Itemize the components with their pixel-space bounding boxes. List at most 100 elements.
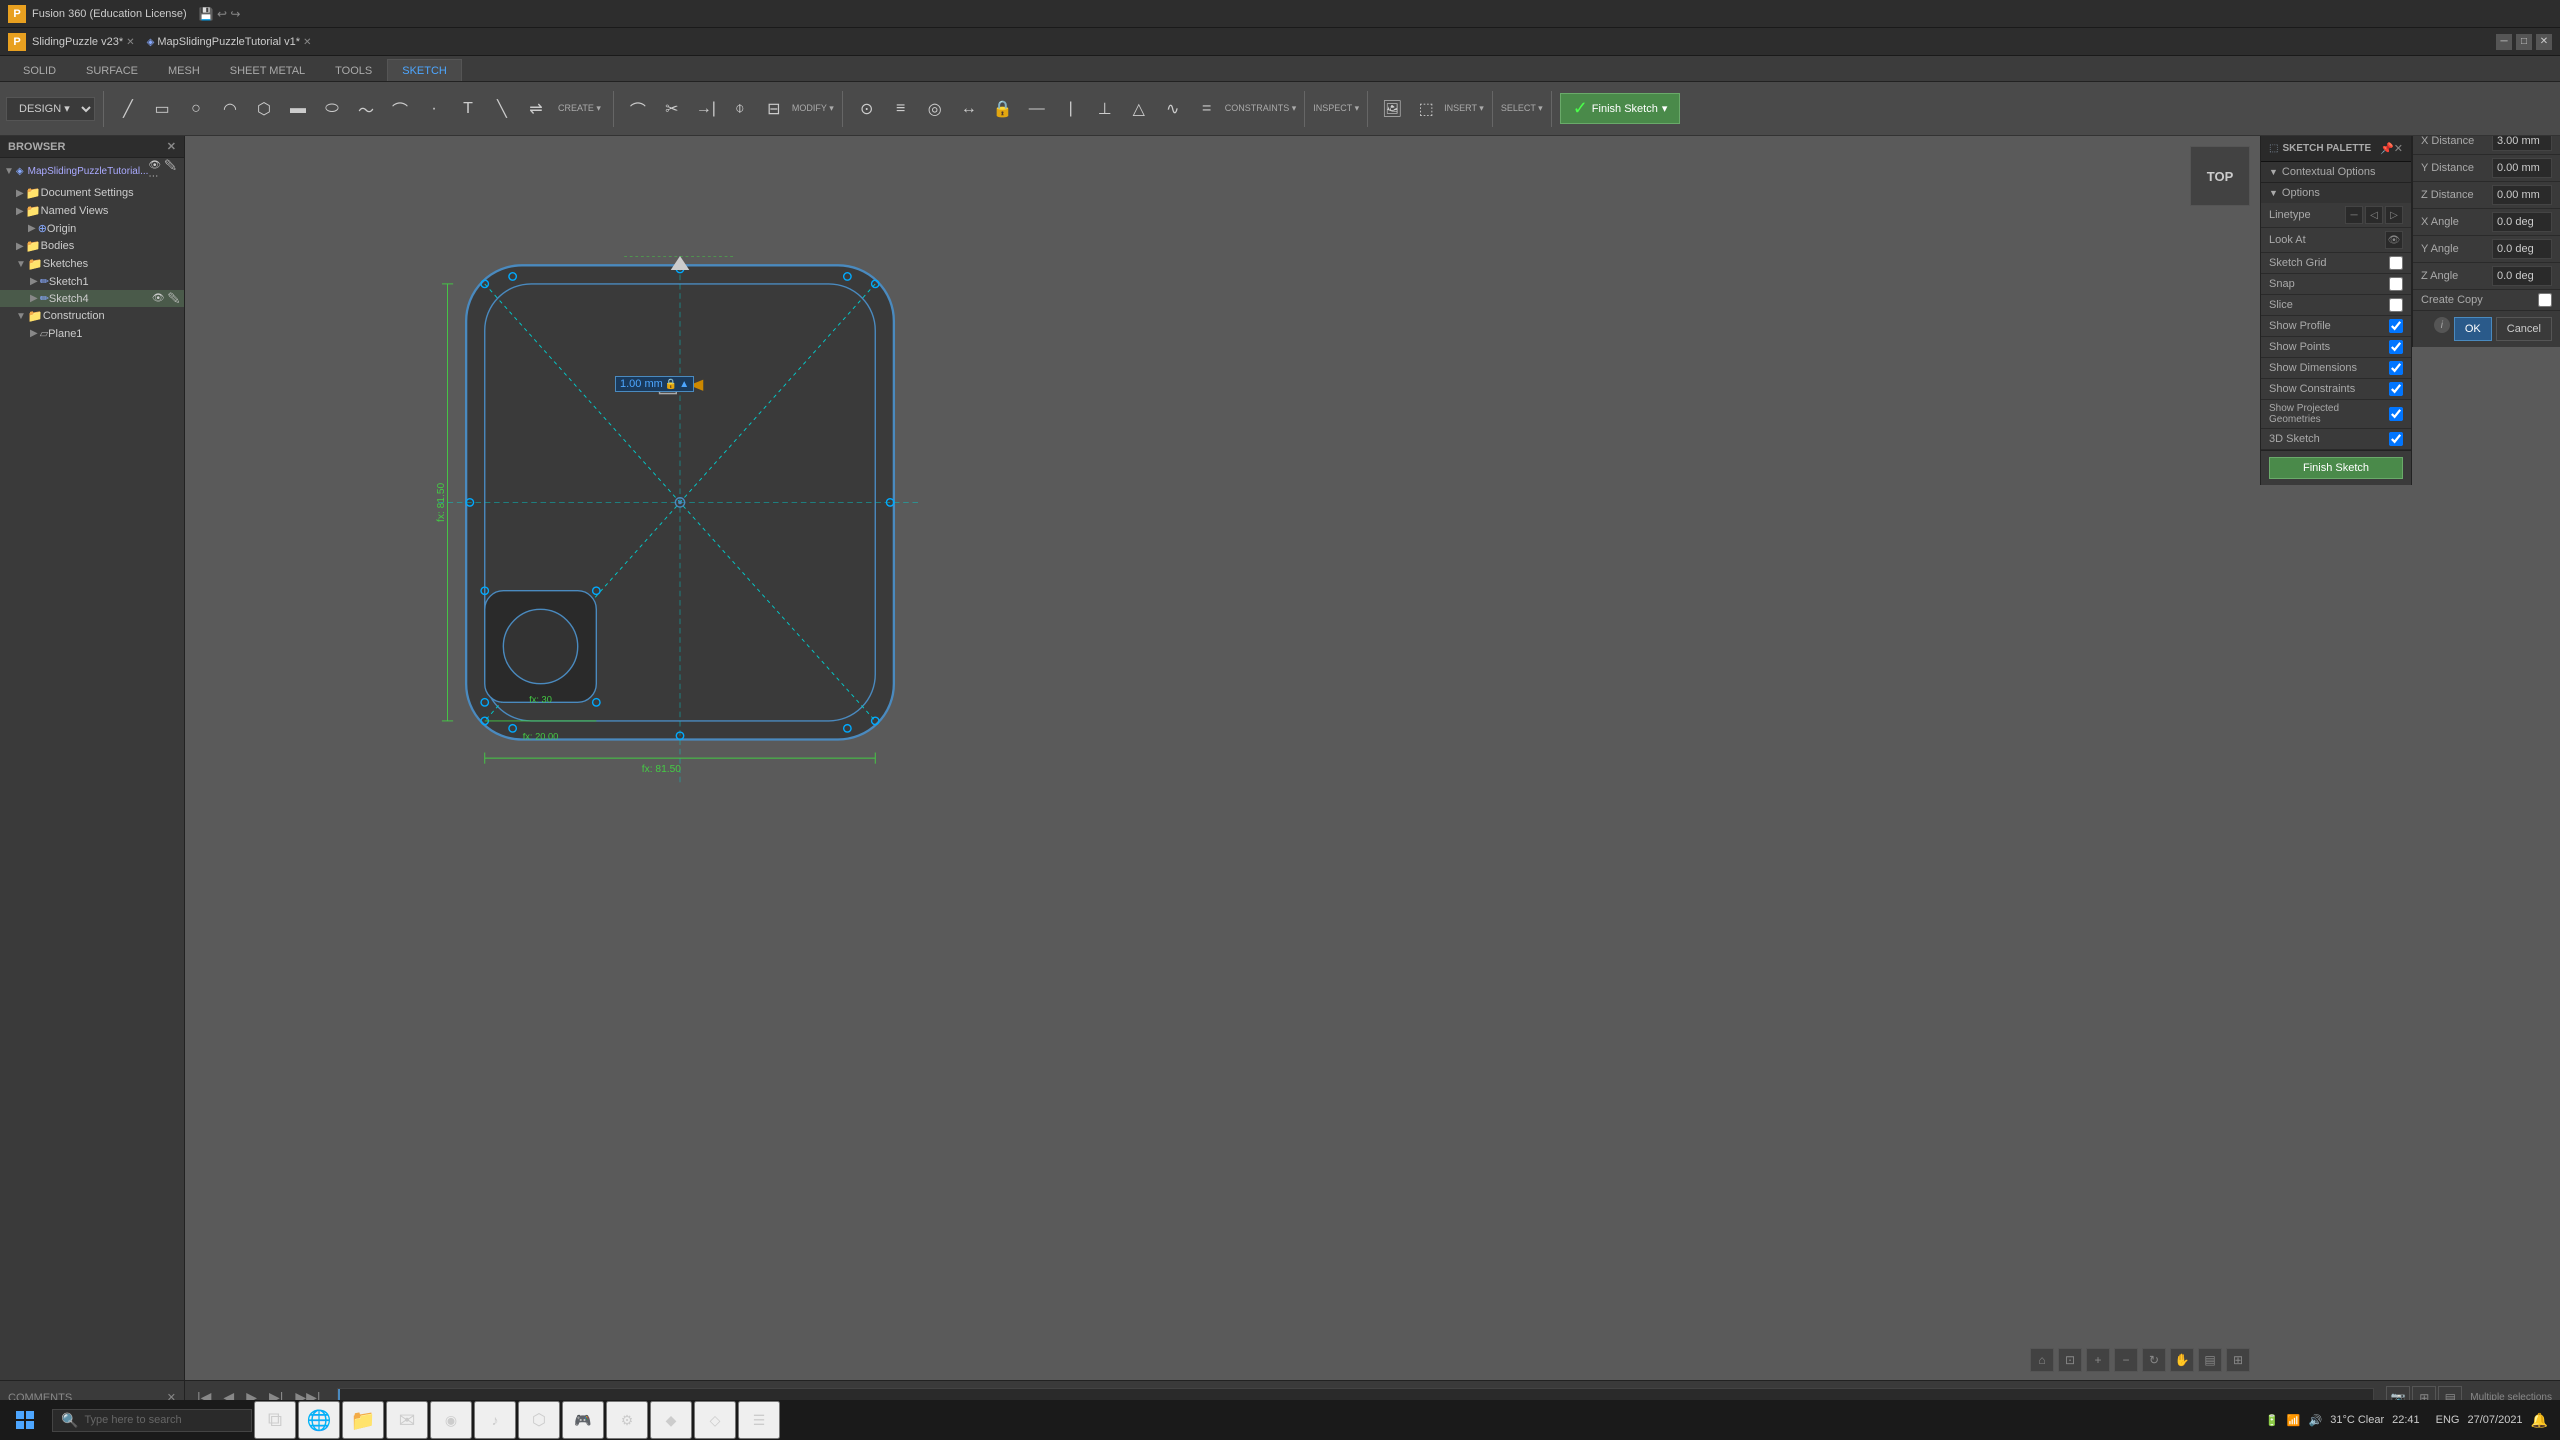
browser-sketch1[interactable]: ▶ ✏ Sketch1 [0,273,184,290]
info-icon[interactable]: i [2434,317,2450,333]
tab-mesh[interactable]: MESH [153,59,215,81]
browser-plane1[interactable]: ▶ ▱ Plane1 [0,325,184,342]
display-mode-btn[interactable]: ▤ [2198,1348,2222,1372]
browser-sketches[interactable]: ▼ 📁 Sketches [0,255,184,273]
poly-tool-btn[interactable]: ⬡ [248,93,280,125]
expand-icon-2[interactable]: ▶ [16,206,24,217]
zoom-out-btn[interactable]: − [2114,1348,2138,1372]
linetype-solid-btn[interactable]: ─ [2345,206,2363,224]
expand-icon-3[interactable]: ▶ [28,223,36,234]
extend-btn[interactable]: →| [690,93,722,125]
doc-tab-close-2[interactable]: ✕ [303,37,311,48]
start-button[interactable] [4,1401,46,1439]
expand-icon-8[interactable]: ▼ [16,311,26,322]
conic-tool-btn[interactable]: ⌒ [384,93,416,125]
taskbar-app3-btn[interactable]: ⬡ [518,1401,560,1439]
expand-icon-5[interactable]: ▼ [16,259,26,270]
finish-sketch-btn-palette[interactable]: Finish Sketch [2269,457,2403,479]
expand-icon-6[interactable]: ▶ [30,276,38,287]
expand-icon-1[interactable]: ▶ [16,188,24,199]
show-profile-checkbox[interactable] [2389,319,2403,333]
taskbar-app7-btn[interactable]: ◇ [694,1401,736,1439]
expand-icon-4[interactable]: ▶ [16,241,24,252]
ellipse-tool-btn[interactable]: ⬭ [316,93,348,125]
sketch-grid-checkbox[interactable] [2389,256,2403,270]
point-tool-btn[interactable]: · [418,93,450,125]
fillet-btn[interactable]: ⌒ [622,93,654,125]
constraints-label[interactable]: CONSTRAINTS ▾ [1225,103,1297,114]
expand-icon-0[interactable]: ▼ [4,166,14,177]
create-group-label[interactable]: CREATE ▾ [554,101,605,116]
grid-btn[interactable]: ⊞ [2226,1348,2250,1372]
browser-close-btn[interactable]: ✕ [167,140,176,153]
close-btn[interactable]: ✕ [2536,34,2552,50]
expand-icon-7[interactable]: ▶ [30,293,38,304]
y-distance-input[interactable] [2492,158,2552,178]
linetype-right-btn[interactable]: ▷ [2385,206,2403,224]
z-angle-input[interactable] [2492,266,2552,286]
show-dimensions-checkbox[interactable] [2389,361,2403,375]
pan-btn[interactable]: ✋ [2170,1348,2194,1372]
x-angle-input[interactable] [2492,212,2552,232]
line-tool-btn[interactable]: ╱ [112,93,144,125]
horizontal-btn[interactable]: — [1021,93,1053,125]
z-distance-input[interactable] [2492,185,2552,205]
trim-btn[interactable]: ✂ [656,93,688,125]
create-copy-checkbox[interactable] [2538,293,2552,307]
y-angle-input[interactable] [2492,239,2552,259]
sketch-palette-pin[interactable]: 📌 [2380,142,2394,155]
dimension-input[interactable]: 1.00 mm 🔒 ▲ [615,376,694,392]
zoom-in-btn[interactable]: + [2086,1348,2110,1372]
slice-checkbox[interactable] [2389,298,2403,312]
modify-label[interactable]: MODIFY ▾ [792,103,834,114]
browser-doc-root[interactable]: ▼ ◈ MapSlidingPuzzleTutorial... 👁 ✏ ⋯ [0,158,184,184]
select-label[interactable]: SELECT ▾ [1501,103,1543,114]
look-at-btn[interactable]: 👁 [2385,231,2403,249]
doc-tab-close-1[interactable]: ✕ [126,37,134,48]
doc-tab-1[interactable]: SlidingPuzzle v23* ✕ [32,36,135,48]
tab-solid[interactable]: SOLID [8,59,71,81]
move-cancel-btn[interactable]: Cancel [2496,317,2552,341]
finish-dropdown[interactable]: ▾ [1662,102,1668,115]
browser-origin[interactable]: ▶ ⊕ Origin [0,220,184,237]
show-constraints-checkbox[interactable] [2389,382,2403,396]
sketch-3d-checkbox[interactable] [2389,432,2403,446]
browser-bodies[interactable]: ▶ 📁 Bodies [0,237,184,255]
tab-tools[interactable]: TOOLS [320,59,387,81]
taskbar-notification-btn[interactable]: 🔔 [2531,1412,2548,1429]
rect2-tool-btn[interactable]: ▬ [282,93,314,125]
circle-tool-btn[interactable]: ○ [180,93,212,125]
browser-doc-settings[interactable]: ▶ 📁 Document Settings [0,184,184,202]
taskbar-task-view-btn[interactable]: ⧉ [254,1401,296,1439]
orbit-btn[interactable]: ↻ [2142,1348,2166,1372]
arc-tool-btn[interactable]: ◠ [214,93,246,125]
nav-cube[interactable]: TOP [2190,146,2250,206]
perp-btn[interactable]: ⊥ [1089,93,1121,125]
tab-surface[interactable]: SURFACE [71,59,153,81]
taskbar-search[interactable]: 🔍 Type here to search [52,1409,252,1432]
taskbar-edge-btn[interactable]: 🌐 [298,1401,340,1439]
canvas-btn[interactable]: 🖼 [1376,93,1408,125]
equal-btn[interactable]: = [1191,93,1223,125]
sketch-palette-close[interactable]: ✕ [2394,142,2403,155]
taskbar-app4-btn[interactable]: 🎮 [562,1401,604,1439]
insert-label[interactable]: INSERT ▾ [1444,103,1484,114]
taskbar-app1-btn[interactable]: ◉ [430,1401,472,1439]
tangent-btn[interactable]: △ [1123,93,1155,125]
show-projected-checkbox[interactable] [2389,407,2403,421]
smooth-btn[interactable]: ∿ [1157,93,1189,125]
maximize-btn[interactable]: □ [2516,34,2532,50]
collinear-btn[interactable]: ≡ [885,93,917,125]
show-points-checkbox[interactable] [2389,340,2403,354]
home-btn[interactable]: ⌂ [2030,1348,2054,1372]
doc-tab-2[interactable]: ◈ MapSlidingPuzzleTutorial v1* ✕ [147,36,312,48]
coincident-btn[interactable]: ⊙ [851,93,883,125]
inspect-label[interactable]: INSPECT ▾ [1313,103,1359,114]
sketch-canvas[interactable]: fx: 81.50 fx: 81.50 fx: 20.00 fx: 30 fx:… [185,136,2560,1380]
options-header[interactable]: ▼ Options [2261,183,2411,203]
fit-btn[interactable]: ⊡ [2058,1348,2082,1372]
taskbar-app8-btn[interactable]: ☰ [738,1401,780,1439]
move-ok-btn[interactable]: OK [2454,317,2492,341]
browser-sketch4[interactable]: ▶ ✏ Sketch4 👁 ✏ [0,290,184,307]
snap-checkbox[interactable] [2389,277,2403,291]
